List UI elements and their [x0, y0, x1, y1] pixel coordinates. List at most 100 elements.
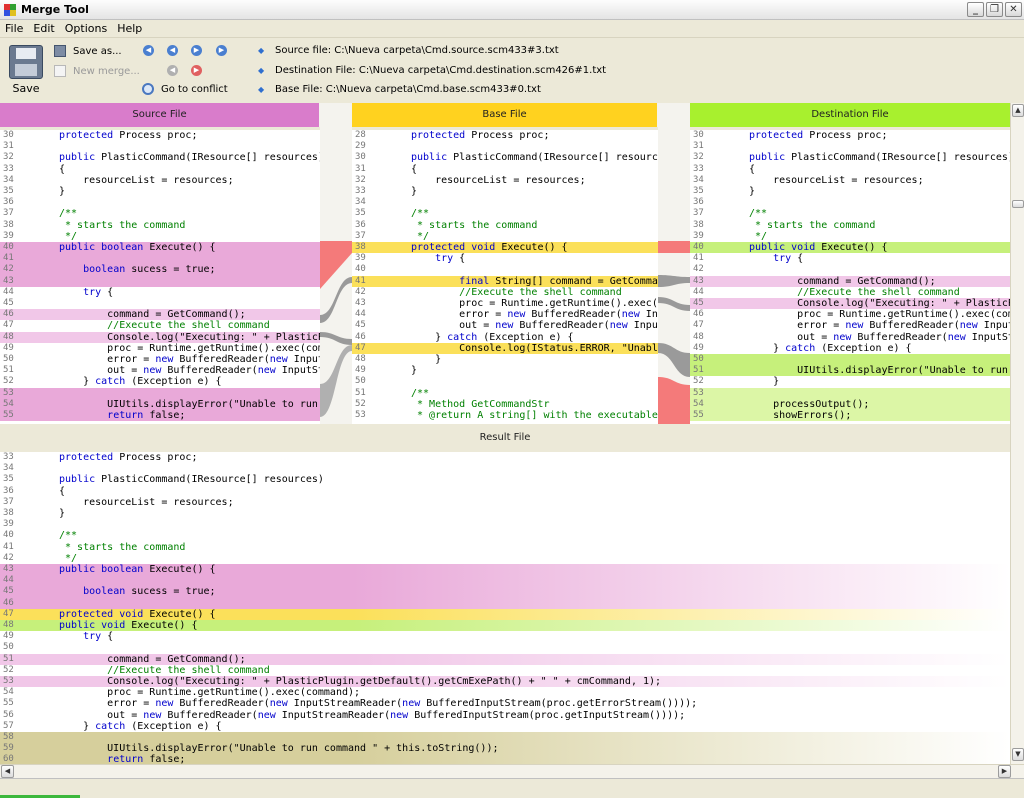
- line-number: 49: [3, 631, 14, 642]
- code-line: 59 UIUtils.displayError("Unable to run c…: [0, 743, 1010, 755]
- new-merge-icon: [54, 65, 66, 77]
- line-number: 35: [693, 186, 704, 196]
- line-text: return false;: [107, 410, 186, 421]
- floppy-disk-icon: [9, 45, 43, 79]
- line-number: 28: [355, 130, 366, 140]
- line-number: 37: [355, 230, 366, 241]
- line-number: 55: [693, 410, 704, 420]
- save-button[interactable]: Save: [4, 42, 48, 100]
- previous-difference-icon[interactable]: ◀: [167, 45, 178, 56]
- menu-file[interactable]: File: [0, 22, 28, 35]
- line-number: 56: [3, 709, 14, 720]
- next-difference-icon[interactable]: ▶: [191, 45, 202, 56]
- line-number: 51: [355, 387, 366, 398]
- code-line: 50: [352, 376, 658, 387]
- line-text: /**: [411, 208, 430, 220]
- code-line: 42: [690, 264, 1010, 275]
- code-line: 34 resourceList = resources;: [0, 175, 320, 186]
- line-text: try {: [435, 253, 466, 265]
- destination-file-info: ◆ Destination File: C:\Nueva carpeta\Cmd…: [258, 65, 606, 76]
- line-number: 44: [3, 575, 14, 586]
- code-line: 46 command = GetCommand();: [0, 309, 320, 321]
- line-number: 50: [3, 354, 14, 364]
- maximize-button[interactable]: ❐: [986, 2, 1003, 17]
- save-label: Save: [12, 82, 40, 95]
- minimize-button[interactable]: _: [967, 2, 984, 17]
- code-line: 35}: [690, 186, 1010, 197]
- next-conflict-icon[interactable]: ▶: [191, 65, 202, 76]
- result-vertical-scrollbar[interactable]: ▼: [1010, 424, 1024, 764]
- last-difference-icon[interactable]: ▶: [216, 45, 227, 56]
- code-line: 45 boolean sucess = true;: [0, 586, 1010, 598]
- line-text: */: [59, 552, 78, 564]
- line-text: //Execute the shell command: [59, 320, 270, 332]
- save-as-button[interactable]: Save as...: [54, 45, 122, 57]
- menu-help[interactable]: Help: [112, 22, 147, 35]
- line-number: 34: [3, 174, 14, 185]
- go-to-conflict-button[interactable]: Go to conflict: [142, 83, 228, 95]
- line-text: /**: [59, 208, 78, 220]
- code-line: 38 * starts the command: [0, 220, 320, 231]
- previous-conflict-icon[interactable]: ◀: [167, 65, 178, 76]
- scroll-up-icon[interactable]: ▲: [1012, 104, 1024, 117]
- line-number: 32: [355, 174, 366, 185]
- menu-edit[interactable]: Edit: [28, 22, 59, 35]
- new-merge-button[interactable]: New merge...: [54, 65, 140, 77]
- scroll-left-icon[interactable]: ◀: [1, 765, 14, 778]
- line-number: 54: [3, 398, 14, 409]
- result-code-pane[interactable]: 33 protected Process proc; 34 35 public Plas…: [0, 452, 1010, 764]
- line-number: 52: [693, 376, 704, 387]
- line-number: 31: [693, 141, 704, 152]
- line-number: 53: [3, 387, 14, 398]
- scroll-thumb[interactable]: [1012, 200, 1024, 208]
- menu-bar: File Edit Options Help: [0, 20, 1024, 37]
- code-line: 45 Console.log("Executing: " + PlasticPl…: [690, 298, 1010, 310]
- source-code-pane[interactable]: 30 protected Process proc; 31 32 public Plas…: [0, 130, 320, 424]
- code-line: 51 /**: [352, 388, 658, 399]
- line-text: protected Process proc;: [749, 130, 888, 141]
- destination-code-pane[interactable]: 30 protected Process proc; 31 32 public Plas…: [690, 130, 1010, 424]
- line-text: resourceList = resources;: [411, 174, 586, 186]
- line-text: public void Execute() {: [59, 620, 198, 631]
- line-number: 43: [355, 298, 366, 308]
- line-text: Console.log("Executing: " + PlasticPlugi…: [797, 298, 1010, 309]
- code-line: 32 public PlasticCommand(IResource[] reso…: [0, 152, 320, 163]
- new-merge-label: New merge...: [73, 65, 140, 77]
- line-text: {: [59, 163, 66, 175]
- line-number: 47: [355, 342, 366, 353]
- line-text: //Execute the shell command: [411, 286, 622, 298]
- code-line: 58: [0, 732, 1010, 744]
- menu-options[interactable]: Options: [60, 22, 112, 35]
- scroll-down-icon[interactable]: ▼: [1012, 748, 1024, 761]
- code-line: 55 showErrors();: [690, 410, 1010, 422]
- horizontal-scrollbar[interactable]: ◀ ▶: [0, 764, 1024, 778]
- code-line: 53: [0, 387, 320, 399]
- code-line: 36: [690, 197, 1010, 208]
- code-line: 52 } catch (Exception e) {: [0, 376, 320, 387]
- line-number: 42: [355, 286, 366, 297]
- line-number: 45: [3, 298, 14, 308]
- scroll-right-icon[interactable]: ▶: [998, 765, 1011, 778]
- code-line: 32 resourceList = resources;: [352, 175, 658, 186]
- code-line: 35}: [0, 186, 320, 197]
- base-code-pane[interactable]: 28 protected Process proc; 29 30 public Plas…: [352, 130, 658, 424]
- line-number: 41: [3, 541, 14, 552]
- line-text: command = GetCommand();: [59, 653, 246, 665]
- line-number: 33: [693, 163, 704, 174]
- code-line: 44 try {: [0, 287, 320, 298]
- code-line: 51 UIUtils.displayError("Unable to run: [690, 365, 1010, 377]
- line-text: try {: [83, 286, 114, 298]
- line-number: 30: [3, 130, 14, 140]
- base-destination-connector: [658, 127, 690, 424]
- result-pane-header: Result File: [0, 424, 1010, 452]
- close-button[interactable]: ✕: [1005, 2, 1022, 17]
- line-text: }: [749, 376, 780, 388]
- top-vertical-scrollbar[interactable]: ▲: [1010, 103, 1024, 424]
- line-number: 43: [693, 275, 704, 286]
- first-difference-icon[interactable]: ◀: [143, 45, 154, 56]
- line-text: //Execute the shell command: [749, 286, 960, 298]
- line-text: boolean sucess = true;: [83, 264, 216, 276]
- code-line: 44 //Execute the shell command: [690, 287, 1010, 298]
- line-number: 46: [693, 309, 704, 320]
- line-number: 54: [3, 687, 14, 698]
